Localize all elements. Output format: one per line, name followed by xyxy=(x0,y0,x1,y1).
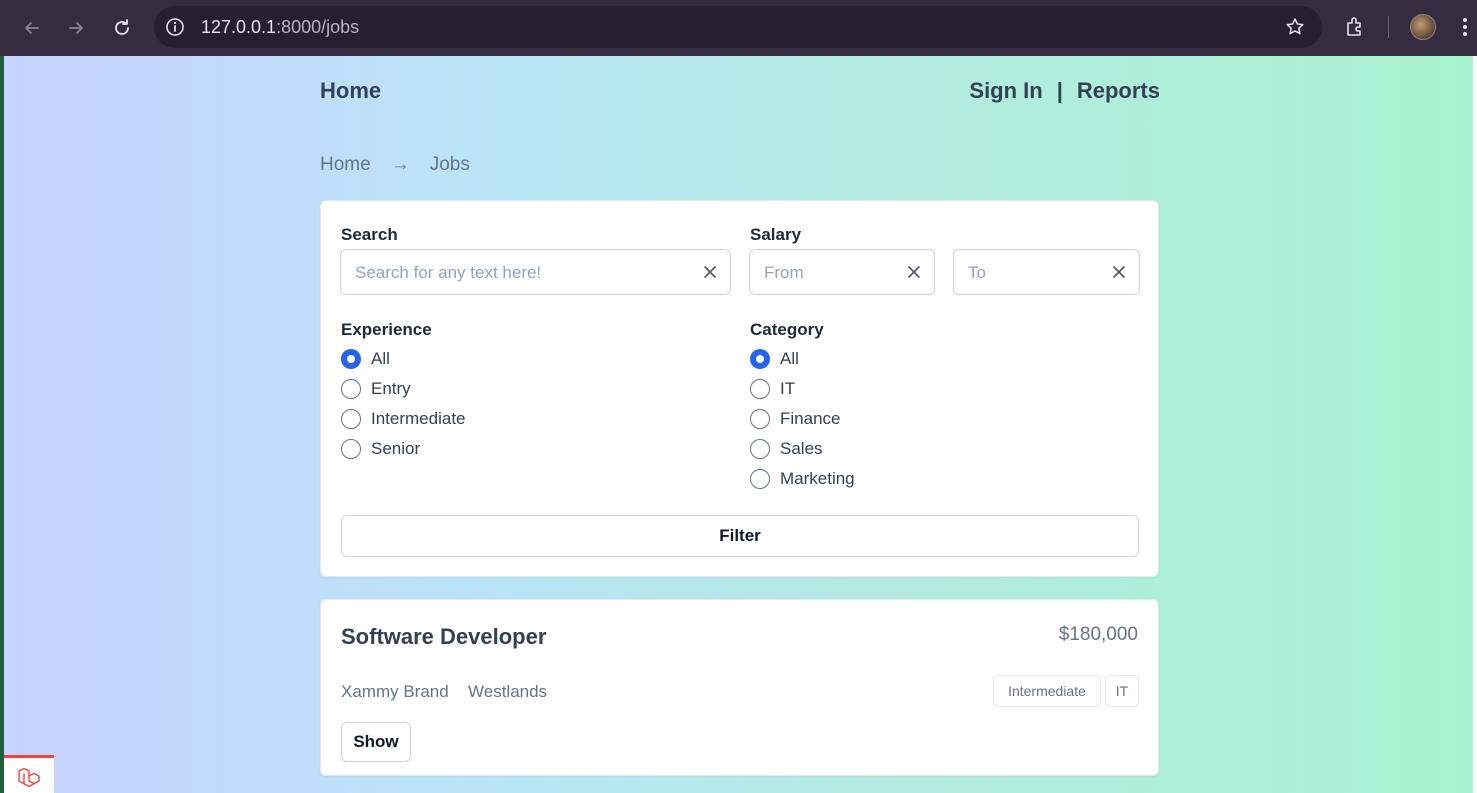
url-path: :8000/jobs xyxy=(276,17,360,37)
radio-label: Entry xyxy=(371,379,411,398)
salary-label: Salary xyxy=(750,225,802,244)
radio-label: Marketing xyxy=(780,469,855,488)
radio-unchecked[interactable] xyxy=(341,409,361,429)
forward-icon[interactable] xyxy=(62,14,90,42)
salary-to-placeholder: To xyxy=(968,263,986,282)
radio-unchecked[interactable] xyxy=(341,439,361,459)
experience-option-intermediate[interactable]: Intermediate xyxy=(341,408,466,430)
experience-option-entry[interactable]: Entry xyxy=(341,378,411,400)
experience-option-all[interactable]: All xyxy=(341,348,390,370)
bookmark-star-icon[interactable] xyxy=(1284,16,1306,38)
radio-label: Senior xyxy=(371,439,421,458)
nav-sign-in-link[interactable]: Sign In xyxy=(969,78,1042,104)
site-info-icon[interactable] xyxy=(164,16,186,38)
top-navigation: Home Sign In | Reports xyxy=(320,78,1160,108)
breadcrumb-home-link[interactable]: Home xyxy=(320,154,371,176)
radio-unchecked[interactable] xyxy=(750,409,770,429)
experience-label: Experience xyxy=(341,320,432,339)
radio-checked[interactable] xyxy=(750,349,770,369)
radio-label: All xyxy=(371,349,390,368)
address-bar[interactable]: 127.0.0.1:8000/jobs xyxy=(154,6,1322,48)
radio-checked[interactable] xyxy=(341,349,361,369)
back-icon[interactable] xyxy=(18,14,46,42)
radio-unchecked[interactable] xyxy=(750,469,770,489)
radio-unchecked[interactable] xyxy=(750,379,770,399)
category-option-finance[interactable]: Finance xyxy=(750,408,840,430)
more-menu-icon[interactable] xyxy=(1460,14,1470,40)
job-card: Software Developer $180,000 Xammy Brand … xyxy=(320,599,1159,776)
nav-reports-link[interactable]: Reports xyxy=(1077,78,1160,104)
salary-to-input[interactable]: To xyxy=(953,249,1140,295)
radio-label: Intermediate xyxy=(371,409,466,428)
breadcrumb-current: Jobs xyxy=(429,154,470,175)
clear-search-icon[interactable] xyxy=(702,264,718,280)
category-option-sales[interactable]: Sales xyxy=(750,438,823,460)
category-option-marketing[interactable]: Marketing xyxy=(750,468,855,490)
nav-home-link[interactable]: Home xyxy=(320,78,381,104)
toolbar-divider xyxy=(1388,16,1389,38)
nav-separator: | xyxy=(1056,78,1063,103)
clear-salary-to-icon[interactable] xyxy=(1111,264,1127,280)
clear-salary-from-icon[interactable] xyxy=(906,264,922,280)
show-job-button[interactable]: Show xyxy=(341,722,411,762)
job-salary: $180,000 xyxy=(1058,624,1138,645)
filter-form-card: Search Search for any text here! Salary … xyxy=(320,200,1159,577)
debugbar-toggle[interactable] xyxy=(4,755,54,793)
category-label: Category xyxy=(750,320,824,339)
reload-icon[interactable] xyxy=(108,14,136,42)
radio-label: Sales xyxy=(780,439,823,458)
experience-option-senior[interactable]: Senior xyxy=(341,438,420,460)
radio-unchecked[interactable] xyxy=(750,439,770,459)
job-tag-category: IT xyxy=(1105,675,1139,707)
nav-right-links: Sign In | Reports xyxy=(969,78,1160,104)
search-label: Search xyxy=(341,225,398,244)
extensions-icon[interactable] xyxy=(1343,14,1369,40)
salary-from-placeholder: From xyxy=(764,263,804,282)
breadcrumb: Home → Jobs xyxy=(320,154,470,176)
url-host: 127.0.0.1 xyxy=(201,17,277,37)
category-option-all[interactable]: All xyxy=(750,348,799,370)
radio-label: All xyxy=(780,349,799,368)
page-background: Home Sign In | Reports Home → Jobs Searc… xyxy=(4,56,1473,793)
profile-avatar[interactable] xyxy=(1410,14,1436,40)
filter-button[interactable]: Filter xyxy=(341,515,1139,557)
job-location: Westlands xyxy=(468,682,548,701)
category-option-it[interactable]: IT xyxy=(750,378,795,400)
scrollbar-track[interactable] xyxy=(1473,56,1477,793)
search-placeholder: Search for any text here! xyxy=(355,263,542,282)
job-title: Software Developer xyxy=(341,624,547,649)
job-company: Xammy Brand xyxy=(341,682,449,701)
laravel-logo-icon xyxy=(18,767,40,788)
browser-toolbar: 127.0.0.1:8000/jobs xyxy=(0,0,1477,56)
radio-label: IT xyxy=(780,379,796,398)
url-text: 127.0.0.1:8000/jobs xyxy=(201,17,359,38)
radio-unchecked[interactable] xyxy=(341,379,361,399)
job-tag-experience: Intermediate xyxy=(993,675,1101,707)
search-input[interactable]: Search for any text here! xyxy=(340,249,731,295)
breadcrumb-arrow: → xyxy=(390,154,410,175)
radio-label: Finance xyxy=(780,409,841,428)
salary-from-input[interactable]: From xyxy=(749,249,935,295)
